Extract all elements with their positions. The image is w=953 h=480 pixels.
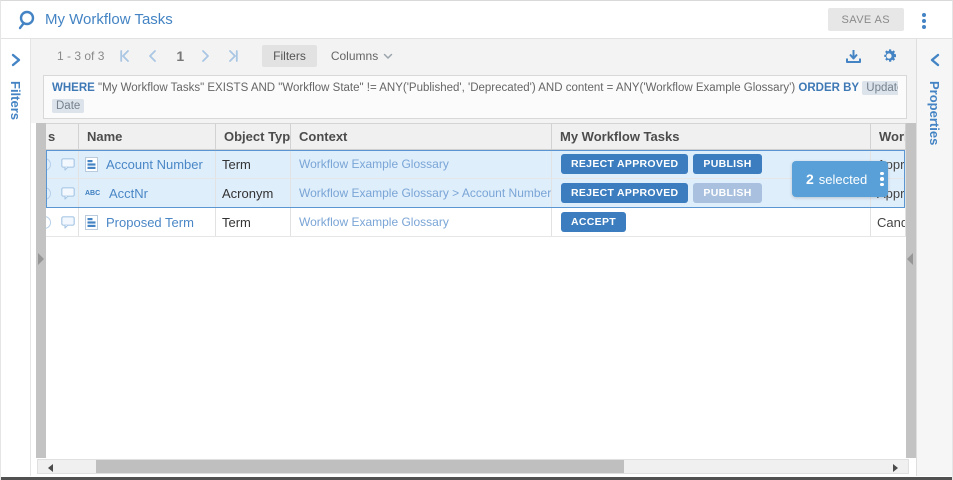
context-cell: Workflow Example Glossary <box>291 150 552 178</box>
selection-label: selected <box>819 172 867 187</box>
view-filter-query[interactable]: WHERE "My Workflow Tasks" EXISTS AND "Wo… <box>43 75 907 119</box>
context-link[interactable]: Workflow Example Glossary <box>299 157 449 171</box>
page-title: My Workflow Tasks <box>45 11 173 28</box>
export-download-icon[interactable] <box>845 48 862 65</box>
expand-left-icon[interactable] <box>907 253 913 265</box>
columns-dropdown[interactable]: Columns <box>331 49 393 63</box>
chevron-down-icon <box>383 53 393 60</box>
order-field-tag: Date <box>52 99 84 113</box>
workflow-action-button[interactable]: REJECT APPROVED <box>561 154 688 174</box>
expand-right-icon[interactable] <box>38 253 44 265</box>
grid-toolbar: 1 - 3 of 3 1 Filters Columns <box>31 39 916 73</box>
selection-actions-icon[interactable] <box>877 170 887 189</box>
comment-icon <box>61 216 75 229</box>
context-cell: Workflow Example Glossary > Account Numb… <box>291 179 552 207</box>
object-type-cell: Term <box>216 208 291 236</box>
right-splitter-handle[interactable] <box>906 123 916 458</box>
comment-icon <box>61 158 75 171</box>
column-header[interactable]: Workflow State <box>871 124 906 149</box>
row-flags-cell <box>46 150 79 178</box>
context-cell: Workflow Example Glossary <box>291 208 552 236</box>
chevron-left-icon[interactable] <box>929 53 941 67</box>
scrollbar-thumb[interactable] <box>96 460 624 473</box>
term-document-icon <box>85 157 98 172</box>
horizontal-scrollbar[interactable] <box>37 459 909 474</box>
object-type-cell: Acronym <box>216 179 291 207</box>
scroll-right-icon[interactable] <box>893 464 898 472</box>
left-splitter-handle[interactable] <box>36 123 46 458</box>
pagination-range: 1 - 3 of 3 <box>57 49 104 63</box>
filters-panel-collapsed[interactable]: Filters <box>1 39 31 476</box>
filters-button[interactable]: Filters <box>262 45 317 67</box>
filters-panel-label: Filters <box>8 81 23 120</box>
name-cell: Proposed Term <box>79 208 216 236</box>
table-row[interactable]: ABC AcctNr Acronym Workflow Example Glossar… <box>46 179 906 208</box>
settings-gear-icon[interactable] <box>880 47 898 65</box>
column-header[interactable]: Object Type <box>216 124 291 149</box>
column-header[interactable]: s <box>46 124 79 149</box>
workflow-state-cell: Candidate <box>871 208 906 236</box>
selection-badge[interactable]: 2 selected <box>792 161 888 197</box>
table-header-row: sNameObject TypeContextMy Workflow Tasks… <box>46 124 906 150</box>
top-header: My Workflow Tasks SAVE AS <box>1 1 953 39</box>
query-clause: "My Workflow Tasks" EXISTS AND "Workflow… <box>98 82 795 94</box>
query-line-1: WHERE "My Workflow Tasks" EXISTS AND "Wo… <box>52 79 898 97</box>
order-field-tag: Updated <box>862 81 898 95</box>
app-window: My Workflow Tasks SAVE AS Filters Proper… <box>0 0 953 480</box>
table-row[interactable]: Proposed Term Term Workflow Example Glossa… <box>46 208 906 237</box>
columns-dropdown-label: Columns <box>331 49 378 63</box>
status-circle-icon <box>46 158 51 171</box>
query-line-2: Date <box>52 97 898 115</box>
status-circle-icon <box>46 216 51 229</box>
context-link[interactable]: Workflow Example Glossary <box>299 215 449 229</box>
workflow-tasks-table: sNameObject TypeContextMy Workflow Tasks… <box>46 123 906 458</box>
name-cell: ABC AcctNr <box>79 179 216 207</box>
search-icon <box>17 9 39 31</box>
workflow-action-button[interactable]: PUBLISH <box>693 183 761 203</box>
chevron-right-icon[interactable] <box>10 53 22 67</box>
column-header[interactable]: Context <box>291 124 552 149</box>
save-as-button[interactable]: SAVE AS <box>828 8 904 31</box>
current-page-number: 1 <box>176 48 184 64</box>
column-header[interactable]: Name <box>79 124 216 149</box>
order-by-keyword: ORDER BY <box>798 82 859 94</box>
properties-panel-collapsed[interactable]: Properties <box>916 39 952 476</box>
next-page-icon[interactable] <box>198 49 212 63</box>
selection-count: 2 <box>806 171 814 187</box>
context-link[interactable]: Workflow Example Glossary > Account Numb… <box>299 186 551 200</box>
term-document-icon <box>85 215 98 230</box>
last-page-icon[interactable] <box>226 49 240 63</box>
row-flags-cell <box>46 208 79 236</box>
workflow-action-button[interactable]: PUBLISH <box>693 154 761 174</box>
name-cell: Account Number <box>79 150 216 178</box>
workflow-action-button[interactable]: ACCEPT <box>561 212 626 232</box>
column-header[interactable]: My Workflow Tasks <box>552 124 871 149</box>
more-options-icon[interactable] <box>920 11 928 31</box>
table-row[interactable]: Account Number Term Workflow Example Gloss… <box>46 150 906 179</box>
row-flags-cell <box>46 179 79 207</box>
asset-name-link[interactable]: AcctNr <box>109 186 148 201</box>
previous-page-icon[interactable] <box>146 49 160 63</box>
first-page-icon[interactable] <box>118 49 132 63</box>
acronym-abc-icon: ABC <box>85 190 101 197</box>
workflow-action-button[interactable]: REJECT APPROVED <box>561 183 688 203</box>
scroll-left-icon[interactable] <box>48 464 53 472</box>
properties-panel-label: Properties <box>927 81 942 145</box>
comment-icon <box>61 187 75 200</box>
asset-name-link[interactable]: Account Number <box>106 157 203 172</box>
status-circle-icon <box>46 187 51 200</box>
where-keyword: WHERE <box>52 82 95 94</box>
object-type-cell: Term <box>216 150 291 178</box>
asset-name-link[interactable]: Proposed Term <box>106 215 194 230</box>
workflow-actions-cell: ACCEPT <box>552 208 871 236</box>
